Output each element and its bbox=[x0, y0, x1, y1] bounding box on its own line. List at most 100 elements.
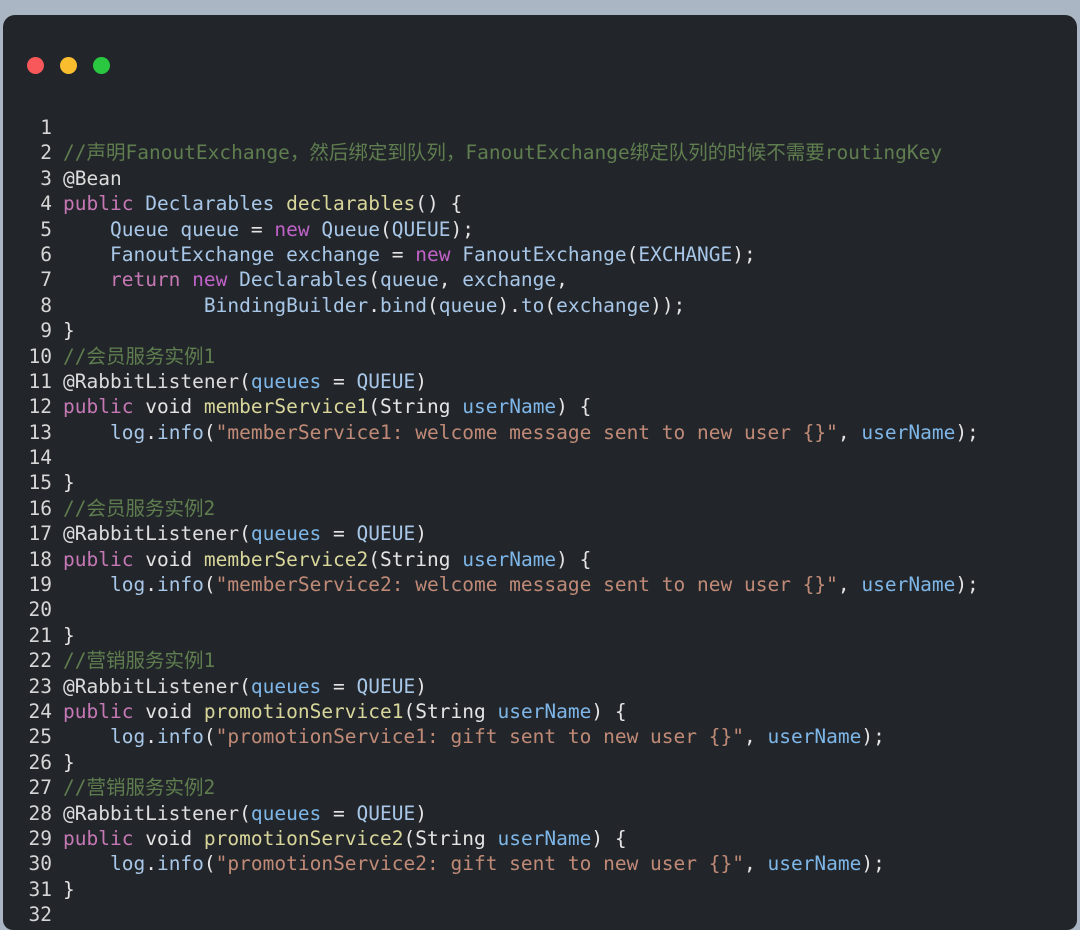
code-line[interactable]: 9} bbox=[3, 318, 1077, 343]
code-line[interactable]: 28 @RabbitListener(queues = QUEUE) bbox=[3, 801, 1077, 826]
code-line[interactable]: 30 log.info("promotionService2: gift sen… bbox=[3, 851, 1077, 876]
code-token: Declarables bbox=[239, 268, 369, 292]
code-line[interactable]: 7 return new Declarables(queue, exchange… bbox=[3, 267, 1077, 292]
code-line-text: return new Declarables(queue, exchange, bbox=[63, 267, 1077, 292]
line-number: 4 bbox=[40, 192, 52, 216]
code-token: ) bbox=[415, 801, 427, 825]
code-line[interactable]: 5 Queue queue = new Queue(QUEUE); bbox=[3, 217, 1077, 242]
code-token: userName bbox=[462, 395, 557, 419]
code-token: userName bbox=[462, 547, 557, 571]
code-token: "promotionService1: gift sent to new use… bbox=[215, 725, 744, 749]
code-token: ( bbox=[426, 293, 439, 317]
code-token: ); bbox=[955, 420, 979, 444]
code-line[interactable]: 13 log.info("memberService1: welcome mes… bbox=[3, 420, 1077, 445]
code-line-text: Queue queue = new Queue(QUEUE); bbox=[63, 217, 1077, 242]
code-line[interactable]: 15} bbox=[3, 470, 1077, 495]
code-token: ( bbox=[403, 826, 416, 850]
code-line-text: log.info("memberService2: welcome messag… bbox=[63, 572, 1077, 597]
code-token: ) { bbox=[556, 395, 592, 419]
line-number: 7 bbox=[40, 268, 52, 292]
code-line[interactable]: 22 //营销服务实例1 bbox=[3, 648, 1077, 673]
code-token: log bbox=[109, 573, 146, 597]
code-token: exchange bbox=[556, 293, 651, 317]
code-line[interactable]: 16 //会员服务实例2 bbox=[3, 496, 1077, 521]
code-token: new bbox=[274, 217, 310, 241]
code-token: to bbox=[520, 293, 545, 317]
code-token: = bbox=[321, 369, 357, 393]
code-line[interactable]: 2 //声明FanoutExchange，然后绑定到队列，FanoutExchan… bbox=[3, 140, 1077, 165]
code-line[interactable]: 11 @RabbitListener(queues = QUEUE) bbox=[3, 369, 1077, 394]
code-line[interactable]: 4 public Declarables declarables() { bbox=[3, 191, 1077, 216]
code-token: //营销服务实例1 bbox=[63, 649, 216, 673]
code-token: . bbox=[145, 725, 157, 749]
code-line[interactable]: 10 //会员服务实例1 bbox=[3, 344, 1077, 369]
line-number: 32 bbox=[28, 903, 52, 927]
maximize-window-button[interactable] bbox=[93, 57, 110, 74]
code-line[interactable]: 1 bbox=[3, 115, 1077, 140]
close-window-button[interactable] bbox=[27, 57, 44, 74]
code-line-text: @RabbitListener(queues = QUEUE) bbox=[63, 801, 1077, 826]
code-line-text: } bbox=[63, 623, 1077, 648]
code-token: "memberService2: welcome message sent to… bbox=[215, 573, 838, 597]
code-token: ) bbox=[415, 674, 427, 698]
window-titlebar[interactable] bbox=[3, 15, 1077, 74]
line-number: 19 bbox=[28, 573, 52, 597]
code-line[interactable]: 27 //营销服务实例2 bbox=[3, 775, 1077, 800]
code-token: queue bbox=[180, 217, 240, 241]
code-token: String bbox=[415, 699, 486, 723]
code-token: } bbox=[63, 877, 75, 901]
line-number: 24 bbox=[28, 699, 52, 723]
code-token: } bbox=[63, 750, 75, 774]
code-line[interactable]: 29 public void promotionService2(String u… bbox=[3, 826, 1077, 851]
code-token: () { bbox=[415, 192, 463, 216]
line-number: 14 bbox=[28, 446, 52, 470]
code-token: queues bbox=[250, 369, 322, 393]
code-token: ); bbox=[955, 573, 979, 597]
code-token: , bbox=[837, 573, 862, 597]
code-line[interactable]: 24 public void promotionService1(String u… bbox=[3, 699, 1077, 724]
code-token: bind bbox=[380, 293, 427, 317]
code-token: userName bbox=[767, 725, 862, 749]
code-token: ( bbox=[239, 369, 251, 393]
code-line[interactable]: 19 log.info("memberService2: welcome mes… bbox=[3, 572, 1077, 597]
code-line[interactable]: 25 log.info("promotionService1: gift sen… bbox=[3, 724, 1077, 749]
code-line-text: //声明FanoutExchange，然后绑定到队列，FanoutExchang… bbox=[63, 140, 1077, 165]
code-token: log bbox=[109, 852, 146, 876]
code-token: //营销服务实例2 bbox=[63, 776, 216, 800]
code-line[interactable]: 23 @RabbitListener(queues = QUEUE) bbox=[3, 674, 1077, 699]
code-line[interactable]: 18 public void memberService2(String user… bbox=[3, 547, 1077, 572]
code-line[interactable]: 6 FanoutExchange exchange = new FanoutEx… bbox=[3, 242, 1077, 267]
code-token: = bbox=[321, 801, 357, 825]
code-line[interactable]: 14 bbox=[3, 445, 1077, 470]
code-line[interactable]: 8 BindingBuilder.bind(queue).to(exchange… bbox=[3, 293, 1077, 318]
code-line[interactable]: 32 bbox=[3, 902, 1077, 927]
code-line[interactable]: 12 public void memberService1(String user… bbox=[3, 394, 1077, 419]
code-token: ) { bbox=[591, 699, 627, 723]
code-line-text: public Declarables declarables() { bbox=[63, 191, 1077, 216]
code-line[interactable]: 21} bbox=[3, 623, 1077, 648]
code-line[interactable]: 31} bbox=[3, 877, 1077, 902]
code-token: void bbox=[145, 826, 193, 850]
code-line[interactable]: 26} bbox=[3, 750, 1077, 775]
code-token: ) { bbox=[591, 826, 627, 850]
minimize-window-button[interactable] bbox=[60, 57, 77, 74]
code-token: ( bbox=[626, 242, 639, 266]
code-token: } bbox=[63, 319, 75, 343]
code-editor[interactable]: 1 2 //声明FanoutExchange，然后绑定到队列，FanoutExcha… bbox=[3, 73, 1077, 928]
code-token: ) bbox=[415, 369, 427, 393]
code-line[interactable]: 3 @Bean bbox=[3, 166, 1077, 191]
code-token: "promotionService2: gift sent to new use… bbox=[215, 852, 744, 876]
code-token: = bbox=[380, 242, 416, 266]
code-line[interactable]: 20 bbox=[3, 597, 1077, 622]
code-line[interactable]: 17 @RabbitListener(queues = QUEUE) bbox=[3, 521, 1077, 546]
